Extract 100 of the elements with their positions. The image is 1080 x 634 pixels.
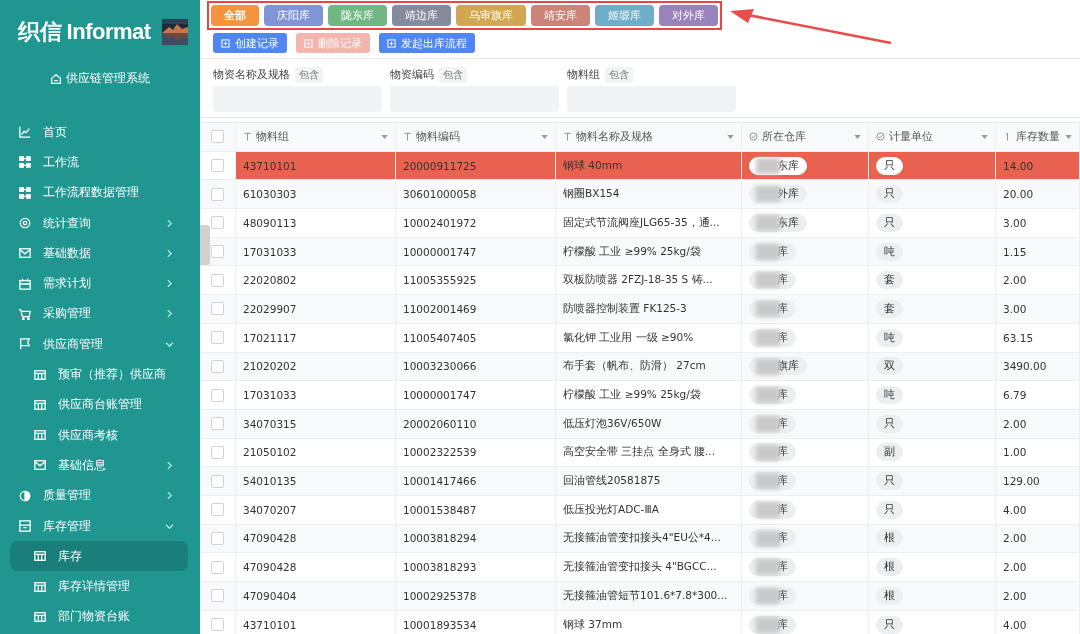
table-cell: 47090404 <box>236 582 396 610</box>
chevron-right-icon[interactable] <box>165 279 174 289</box>
calendar-icon <box>19 277 31 290</box>
row-checkbox[interactable] <box>211 503 224 517</box>
collapse-handle[interactable] <box>200 225 210 265</box>
chevron-down-icon[interactable] <box>165 521 174 531</box>
filter-label: 物料组 <box>567 68 600 82</box>
row-checkbox[interactable] <box>211 331 224 345</box>
sidebar-item[interactable]: 供应商管理 <box>10 329 188 360</box>
table-cell: 布手套（帆布、防滑） 27cm <box>556 352 742 381</box>
unit-tag: 套 <box>876 299 903 318</box>
match-mode-tag[interactable]: 包含 <box>439 67 467 83</box>
table-cell: 3.00 <box>996 295 1080 323</box>
chevron-right-icon[interactable] <box>165 309 174 319</box>
row-checkbox[interactable] <box>211 445 224 459</box>
select-all-checkbox[interactable] <box>211 130 224 144</box>
table-cell: 1.00 <box>996 438 1080 467</box>
row-checkbox[interactable] <box>211 302 224 316</box>
sidebar-subitem[interactable]: 供应商台账管理 <box>10 389 188 420</box>
tab[interactable]: 乌审旗库 <box>456 5 526 26</box>
table-cell: 129.00 <box>996 467 1080 495</box>
column-header[interactable]: 所在仓库 <box>742 123 869 151</box>
chevron-right-icon[interactable] <box>165 460 174 470</box>
sidebar-item[interactable]: 质量管理 <box>10 480 188 511</box>
row-checkbox[interactable] <box>211 618 224 632</box>
tab[interactable]: 对外库 <box>659 5 718 26</box>
sidebar-subitem[interactable]: 库存 <box>10 541 188 572</box>
unit-tag: 吨 <box>876 242 903 261</box>
table-cell: 氯化钾 工业用 一级 ≥90% <box>556 323 742 352</box>
chevron-down-icon[interactable] <box>165 339 174 349</box>
box-icon <box>19 520 31 532</box>
table-cell: 11005355925 <box>396 266 556 295</box>
sidebar-subitem[interactable]: 基础信息 <box>10 450 188 481</box>
table-cell: 10003818293 <box>396 553 556 581</box>
row-checkbox[interactable] <box>211 245 224 259</box>
table-cell: 回油管线20581875 <box>556 467 742 495</box>
match-mode-tag[interactable]: 包含 <box>295 67 323 83</box>
caret-icon[interactable] <box>981 134 988 139</box>
table-cell: 钢圈BX154 <box>556 180 742 209</box>
sidebar-item[interactable]: 需求计划 <box>10 268 188 299</box>
tab[interactable]: 庆阳库 <box>264 5 323 26</box>
table-cell: 21020202 <box>236 352 396 381</box>
row-checkbox[interactable] <box>211 273 224 287</box>
table-cell: 61030303 <box>236 180 396 209</box>
row-checkbox[interactable] <box>211 589 224 603</box>
chevron-right-icon[interactable] <box>165 491 174 501</box>
create-button[interactable]: 创建记录 <box>213 33 287 53</box>
column-header[interactable]: 库存数量 <box>996 123 1080 151</box>
tab[interactable]: 靖安库 <box>531 5 590 26</box>
unit-tag: 只 <box>876 500 903 519</box>
tab[interactable]: 姬塬库 <box>595 5 654 26</box>
start-flow-button[interactable]: 发起出库流程 <box>379 33 475 53</box>
check-circle-icon <box>749 132 758 142</box>
sidebar-subitem[interactable]: 部门物资台账 <box>10 601 188 633</box>
table-cell: 10002322539 <box>396 438 556 467</box>
column-header[interactable]: 物料名称及规格 <box>556 123 742 151</box>
sidebar-item[interactable]: 工作流 <box>10 147 188 178</box>
row-checkbox[interactable] <box>211 216 224 230</box>
chevron-right-icon[interactable] <box>165 248 174 258</box>
sidebar-item[interactable]: 工作流程数据管理 <box>10 177 188 208</box>
sidebar-subitem[interactable]: 供应商考核 <box>10 419 188 451</box>
caret-icon[interactable] <box>1065 134 1072 139</box>
row-checkbox[interactable] <box>211 187 224 201</box>
table-cell: 20000911725 <box>396 151 556 180</box>
sidebar-item[interactable]: 基础数据 <box>10 238 188 269</box>
table-cell: 10002401972 <box>396 209 556 237</box>
chevron-right-icon[interactable] <box>165 218 174 228</box>
caret-icon[interactable] <box>381 134 388 139</box>
sidebar-subitem[interactable]: 预审（推荐）供应商 <box>10 359 188 390</box>
check-circle-icon <box>876 132 885 142</box>
sidebar-subitem[interactable]: 库存详情管理 <box>10 571 188 602</box>
column-header[interactable]: 物料编码 <box>396 123 556 151</box>
row-checkbox[interactable] <box>211 159 224 173</box>
row-checkbox[interactable] <box>211 359 224 373</box>
sidebar-item[interactable]: 首页 <box>10 117 188 148</box>
row-checkbox[interactable] <box>211 560 224 574</box>
sidebar-item[interactable]: 统计查询 <box>10 207 188 239</box>
row-checkbox[interactable] <box>211 388 224 402</box>
row-checkbox[interactable] <box>211 417 224 431</box>
table-cell: 17031033 <box>236 381 396 409</box>
column-header[interactable]: 计量单位 <box>869 123 996 151</box>
tab[interactable]: 全部 <box>211 5 259 26</box>
sidebar-item[interactable]: 库存管理 <box>10 510 188 542</box>
match-mode-tag[interactable]: 包含 <box>605 67 633 83</box>
column-header[interactable]: 物料组 <box>236 123 396 151</box>
sidebar-item[interactable]: 采购管理 <box>10 298 188 330</box>
mail-icon <box>34 459 46 472</box>
caret-icon[interactable] <box>854 134 861 139</box>
unit-tag: 副 <box>876 443 903 462</box>
tab[interactable]: 陇东库 <box>328 5 387 26</box>
cart-icon <box>19 307 31 320</box>
unit-tag: 根 <box>876 586 903 605</box>
system-title[interactable]: 供应链管理系统 <box>0 70 200 87</box>
row-checkbox[interactable] <box>211 474 224 488</box>
plus-square-icon <box>221 38 230 48</box>
table-icon <box>34 368 46 381</box>
tab[interactable]: 靖边库 <box>392 5 451 26</box>
caret-icon[interactable] <box>541 134 548 139</box>
caret-icon[interactable] <box>727 134 734 139</box>
row-checkbox[interactable] <box>211 531 224 545</box>
